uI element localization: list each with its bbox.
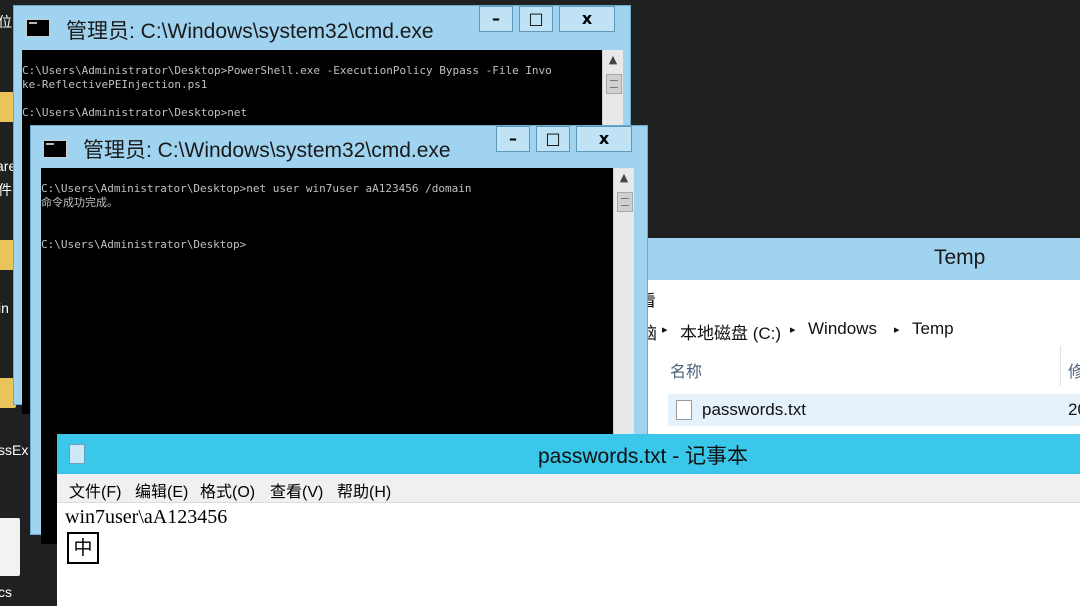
menu-edit[interactable]: 编辑(E) xyxy=(135,478,188,502)
title-bar[interactable]: 管理员: C:\Windows\system32\cmd.exe – □ x xyxy=(14,6,630,46)
notepad-window[interactable]: passwords.txt - 记事本 文件(F) 编辑(E) 格式(O) 查看… xyxy=(57,434,1080,606)
console-line: C:\Users\Administrator\Desktop> xyxy=(41,238,247,251)
desktop-icon-label: in xyxy=(0,300,9,316)
console-line: C:\Users\Administrator\Desktop>PowerShel… xyxy=(22,64,552,77)
close-button[interactable]: x xyxy=(559,6,615,32)
file-row[interactable]: passwords.txt 20 xyxy=(668,394,1080,426)
breadcrumb-separator-icon: ▸ xyxy=(894,324,900,336)
notepad-icon xyxy=(69,444,85,464)
console-line: 命令成功完成。 xyxy=(41,196,118,209)
breadcrumb-segment[interactable]: Windows xyxy=(808,319,877,339)
window-title: 管理员: C:\Windows\system32\cmd.exe xyxy=(83,139,451,162)
menu-bar: 文件(F) 编辑(E) 格式(O) 查看(V) 帮助(H) xyxy=(57,474,1080,503)
console-line: ke-ReflectivePEInjection.ps1 xyxy=(22,78,208,91)
address-bar[interactable]: 脑 ▸ 本地磁盘 (C:) ▸ Windows ▸ Temp xyxy=(640,314,1080,347)
menu-view[interactable]: 查看(V) xyxy=(270,478,323,502)
ribbon: 看 xyxy=(640,280,1080,315)
explorer-window[interactable]: Temp 看 脑 ▸ 本地磁盘 (C:) ▸ Windows ▸ Temp 名称… xyxy=(640,238,1080,438)
desktop-icon-label: 位 xyxy=(0,14,12,30)
scroll-thumb[interactable] xyxy=(606,74,622,94)
column-header-name[interactable]: 名称 xyxy=(670,358,702,382)
window-title: passwords.txt - 记事本 xyxy=(538,445,749,468)
console-line: C:\Users\Administrator\Desktop>net user … xyxy=(41,182,472,195)
minimize-button[interactable]: – xyxy=(479,6,513,32)
title-bar[interactable]: 管理员: C:\Windows\system32\cmd.exe – □ x xyxy=(31,126,647,166)
breadcrumb-separator-icon: ▸ xyxy=(662,324,668,336)
breadcrumb-segment[interactable]: 本地磁盘 (C:) xyxy=(680,319,781,344)
close-button[interactable]: x xyxy=(576,126,632,152)
file-modified: 20 xyxy=(1068,400,1080,419)
breadcrumb-segment[interactable]: Temp xyxy=(912,319,954,339)
text-file-icon xyxy=(676,400,692,420)
window-title: Temp xyxy=(934,246,986,269)
minimize-button[interactable]: – xyxy=(496,126,530,152)
window-title: 管理员: C:\Windows\system32\cmd.exe xyxy=(66,20,434,43)
text-editor[interactable]: win7user\aA123456 xyxy=(65,506,227,529)
breadcrumb-separator-icon: ▸ xyxy=(790,324,796,336)
column-header-row: 名称 修 xyxy=(640,346,1080,386)
console-icon xyxy=(26,19,50,37)
scroll-thumb[interactable] xyxy=(617,192,633,212)
desktop-icon-label: cs xyxy=(0,584,12,600)
file-name[interactable]: passwords.txt xyxy=(702,400,806,420)
maximize-button[interactable]: □ xyxy=(519,6,553,32)
menu-format[interactable]: 格式(O) xyxy=(200,478,255,502)
menu-help[interactable]: 帮助(H) xyxy=(337,478,391,502)
title-bar[interactable]: Temp xyxy=(640,238,1080,280)
document-icon[interactable] xyxy=(0,518,20,576)
desktop-icon-label: 件 xyxy=(0,182,12,198)
menu-file[interactable]: 文件(F) xyxy=(69,478,121,502)
title-bar[interactable]: passwords.txt - 记事本 xyxy=(57,434,1080,474)
maximize-button[interactable]: □ xyxy=(536,126,570,152)
column-divider xyxy=(1060,346,1061,386)
console-icon xyxy=(43,140,67,158)
scroll-up-arrow-icon[interactable]: ▲ xyxy=(614,168,634,188)
console-line: C:\Users\Administrator\Desktop>net xyxy=(22,106,248,119)
column-header-modified[interactable]: 修 xyxy=(1068,358,1080,382)
ime-indicator[interactable]: 中 xyxy=(67,532,99,564)
desktop-icon-label: ssEx xyxy=(0,442,29,458)
scroll-up-arrow-icon[interactable]: ▲ xyxy=(603,50,623,70)
